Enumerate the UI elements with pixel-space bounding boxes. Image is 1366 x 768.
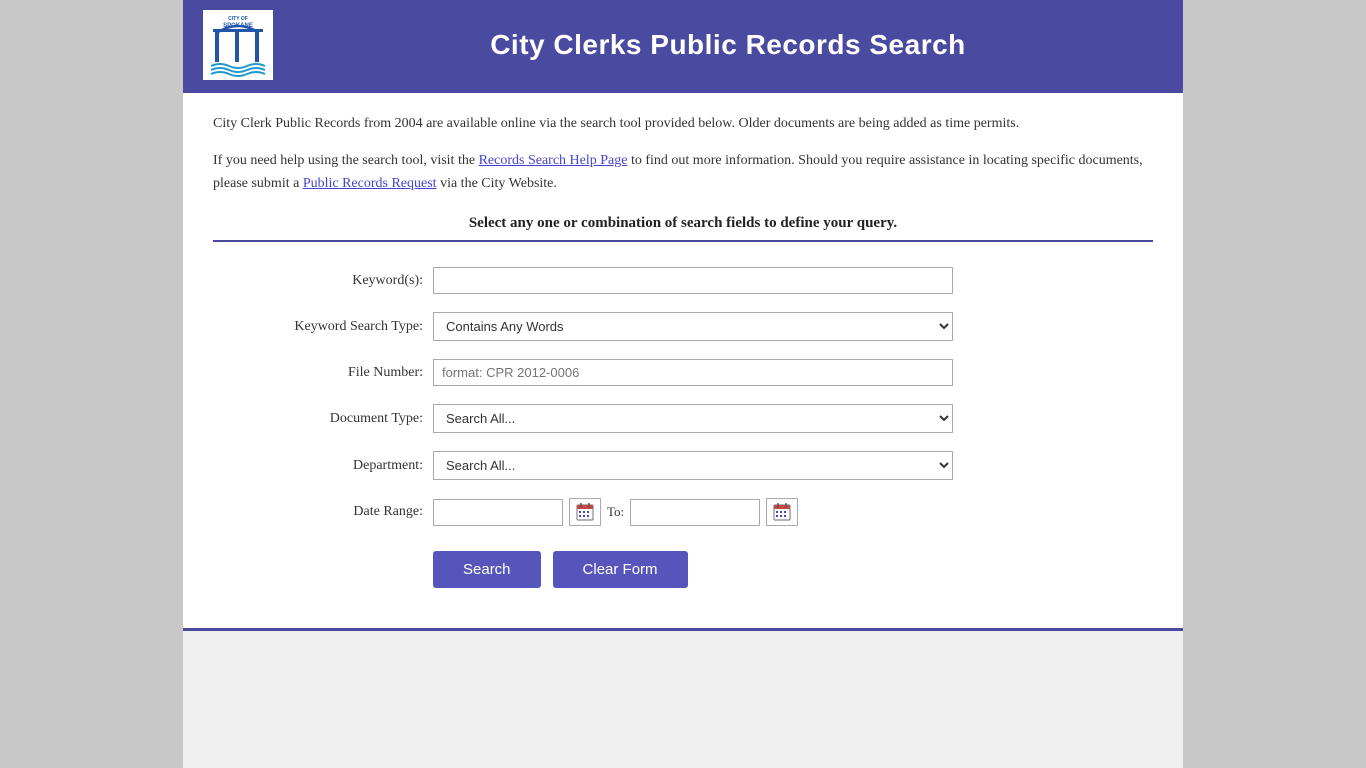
date-range-group: To:	[433, 498, 953, 526]
desc-post-link: via the City Website.	[437, 176, 557, 191]
keyword-search-type-select[interactable]: Contains Any Words Contains All Words Co…	[433, 312, 953, 341]
date-to-label: To:	[607, 504, 624, 520]
file-number-control	[433, 359, 953, 386]
logo: CITY OF SPOKANE	[203, 10, 273, 80]
search-button[interactable]: Search	[433, 551, 541, 588]
records-help-link[interactable]: Records Search Help Page	[479, 153, 628, 168]
department-row: Department: Search All... City Clerk Cit…	[233, 451, 1133, 480]
date-range-label: Date Range:	[233, 504, 433, 520]
department-control: Search All... City Clerk City Council Fi…	[433, 451, 953, 480]
file-number-input[interactable]	[433, 359, 953, 386]
description-line1: City Clerk Public Records from 2004 are …	[213, 113, 1153, 135]
document-type-row: Document Type: Search All... Ordinance R…	[233, 404, 1133, 433]
date-from-input[interactable]	[433, 499, 563, 526]
main-content: City Clerk Public Records from 2004 are …	[183, 90, 1183, 631]
keyword-search-type-control: Contains Any Words Contains All Words Co…	[433, 312, 953, 341]
date-range-row: Date Range:	[233, 498, 1133, 526]
calendar-icon	[576, 503, 594, 521]
keyword-search-type-label: Keyword Search Type:	[233, 319, 433, 335]
public-records-link[interactable]: Public Records Request	[303, 176, 437, 191]
file-number-label: File Number:	[233, 365, 433, 381]
keyword-search-type-row: Keyword Search Type: Contains Any Words …	[233, 312, 1133, 341]
date-to-input[interactable]	[630, 499, 760, 526]
department-select[interactable]: Search All... City Clerk City Council Fi…	[433, 451, 953, 480]
date-to-calendar-button[interactable]	[766, 498, 798, 526]
svg-text:CITY OF: CITY OF	[228, 16, 248, 22]
keywords-control	[433, 267, 953, 294]
keywords-label: Keyword(s):	[233, 273, 433, 289]
keywords-row: Keyword(s):	[233, 267, 1133, 294]
document-type-select[interactable]: Search All... Ordinance Resolution Contr…	[433, 404, 953, 433]
desc-pre-link1: If you need help using the search tool, …	[213, 153, 479, 168]
keywords-input[interactable]	[433, 267, 953, 294]
description-line2: If you need help using the search tool, …	[213, 150, 1153, 195]
clear-form-button[interactable]: Clear Form	[553, 551, 688, 588]
date-range-control: To:	[433, 498, 953, 526]
search-form: Keyword(s): Keyword Search Type: Contain…	[213, 257, 1153, 598]
document-type-control: Search All... Ordinance Resolution Contr…	[433, 404, 953, 433]
button-row: Search Clear Form	[233, 551, 1133, 588]
calendar-icon-2	[773, 503, 791, 521]
page-title: City Clerks Public Records Search	[293, 29, 1163, 61]
document-type-label: Document Type:	[233, 411, 433, 427]
date-from-calendar-button[interactable]	[569, 498, 601, 526]
section-title: Select any one or combination of search …	[213, 215, 1153, 242]
file-number-row: File Number:	[233, 359, 1133, 386]
department-label: Department:	[233, 458, 433, 474]
header: CITY OF SPOKANE City Clerks Public R	[183, 0, 1183, 90]
